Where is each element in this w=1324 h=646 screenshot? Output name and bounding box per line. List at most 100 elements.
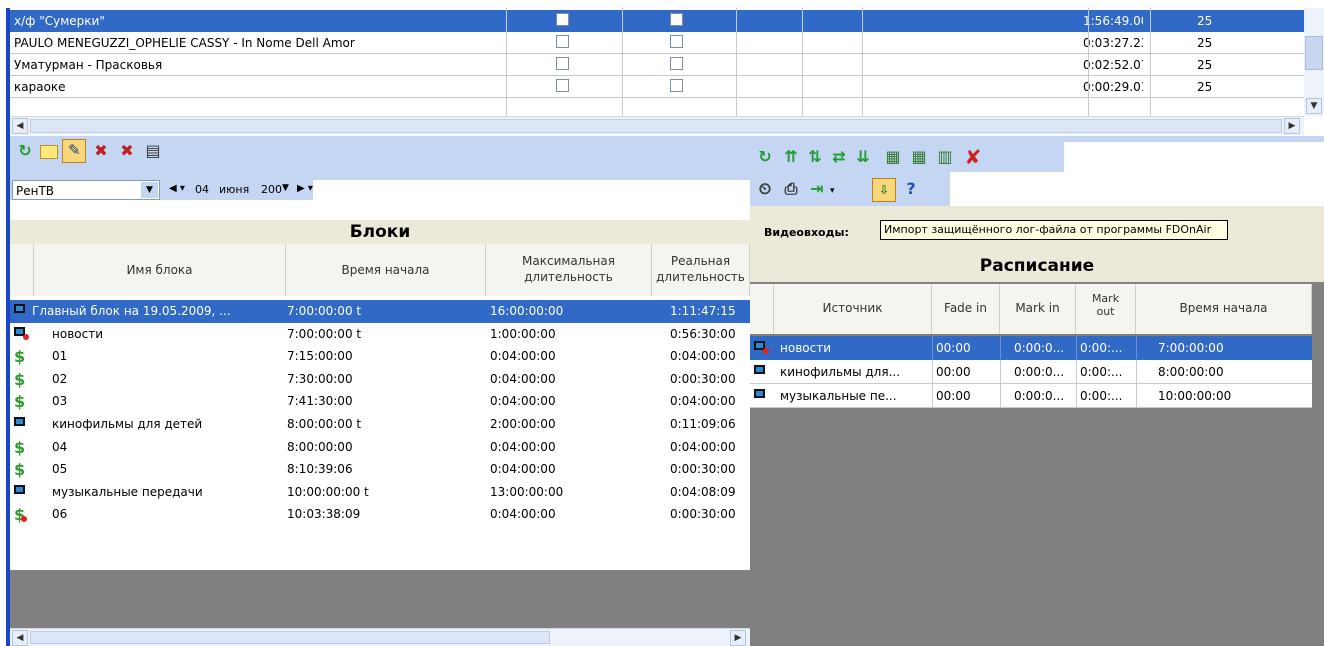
column-header[interactable]: Mark in <box>1000 284 1076 334</box>
table-row[interactable]: $02 7:30:00:00 0:04:00:00 0:00:30:00 <box>10 368 750 391</box>
date-year[interactable]: 200 <box>261 183 282 196</box>
table-row[interactable]: музыкальные передачи 10:00:00:00 t 13:00:0… <box>10 481 750 504</box>
clock-icon[interactable]: ⏲ <box>754 178 776 200</box>
edit-block-icon[interactable]: ✎ <box>62 139 86 163</box>
date-month[interactable]: июня <box>219 183 249 196</box>
clip-fps: 25 <box>1197 58 1213 72</box>
table-row[interactable]: х/ф "Сумерки" 1:56:49.00 25 <box>10 10 1304 32</box>
column-header[interactable]: Максимальная длительность <box>486 244 652 296</box>
column-header[interactable]: Реальная длительность <box>652 244 750 296</box>
column-header[interactable]: Fade in <box>932 284 1000 334</box>
list-icon[interactable]: ▤ <box>142 140 164 162</box>
checkbox[interactable] <box>670 35 683 48</box>
blocks-empty-area <box>10 570 750 628</box>
move-up-icon[interactable]: ⇅ <box>804 146 826 168</box>
grid-move-icon[interactable]: ▦ <box>908 146 930 168</box>
column-header[interactable]: Имя блока <box>34 244 286 296</box>
schedule-toolbar-row1: ↻ ⇈ ⇅ ⇄ ⇊ ▦ ▦ ▥ ✘ <box>750 142 1064 172</box>
scroll-left-icon[interactable]: ◀ <box>12 630 28 646</box>
column-header[interactable] <box>10 244 34 296</box>
delete-block-icon[interactable]: ✖ <box>90 140 112 162</box>
delete-all-icon[interactable]: ✖ <box>116 140 138 162</box>
chevron-down-icon[interactable]: ▼ <box>141 182 158 198</box>
prev-day-icon[interactable]: ◀ ▾ <box>169 183 185 194</box>
table-row[interactable]: новости 00:00 0:00:0... 0:00:... 7:00:00:00 <box>750 336 1312 360</box>
table-row[interactable]: кинофильмы для детей 8:00:00:00 t 2:00:00:… <box>10 413 750 436</box>
channel-select[interactable]: РенТВ ▼ <box>12 180 160 200</box>
dollar-error-icon: $ <box>14 505 27 525</box>
clip-table[interactable]: х/ф "Сумерки" 1:56:49.00 25 PAULO MENEGUZZI… <box>10 8 1304 116</box>
import-log-icon[interactable]: ⇩ <box>872 178 896 202</box>
dollar-icon: $ <box>14 437 26 457</box>
help-icon[interactable]: ? <box>900 178 922 200</box>
hscroll-thumb[interactable] <box>30 119 1282 133</box>
date-day[interactable]: 04 <box>195 183 209 196</box>
swap-icon[interactable]: ⇄ <box>828 146 850 168</box>
print-icon[interactable]: ⎙ <box>780 178 802 200</box>
table-row[interactable]: караоке 0:00:29.01 25 <box>10 76 1304 98</box>
move-bottom-icon[interactable]: ⇊ <box>852 146 874 168</box>
date-picker[interactable]: ◀ ▾ 04 июня 200 ▼ ▶ ▾ <box>163 180 313 200</box>
export-icon[interactable]: ⇥ <box>806 178 828 200</box>
dollar-icon: $ <box>14 347 26 367</box>
table-row[interactable]: Уматурман - Прасковья 0:02:52.07 25 <box>10 54 1304 76</box>
blocks-table[interactable]: Имя блока Время начала Максимальная длител… <box>10 244 750 570</box>
checkbox[interactable] <box>556 13 569 26</box>
scroll-right-icon[interactable]: ▶ <box>730 630 746 646</box>
table-row[interactable]: $04 8:00:00:00 0:04:00:00 0:04:00:00 <box>10 436 750 459</box>
checkbox[interactable] <box>556 79 569 92</box>
column-header[interactable] <box>750 284 774 334</box>
grid-icon[interactable]: ▦ <box>882 146 904 168</box>
blocks-hscrollbar[interactable]: ◀ ▶ <box>10 628 750 646</box>
clip-name: х/ф "Сумерки" <box>14 14 105 28</box>
schedule-source: кинофильмы для... <box>780 365 901 379</box>
scroll-right-icon[interactable]: ▶ <box>1284 118 1300 134</box>
monitor-error-icon <box>14 326 29 340</box>
table-row[interactable]: $01 7:15:00:00 0:04:00:00 0:04:00:00 <box>10 345 750 368</box>
year-chevron-icon[interactable]: ▼ <box>282 183 289 193</box>
export-chevron-icon[interactable]: ▾ <box>830 186 835 196</box>
table-row[interactable]: музыкальные пе... 00:00 0:00:0... 0:00:... 1… <box>750 384 1312 408</box>
next-day-icon[interactable]: ▶ ▾ <box>297 183 313 194</box>
column-header[interactable]: Время начала <box>1136 284 1312 334</box>
vscroll-thumb[interactable] <box>1305 36 1323 70</box>
delete-icon[interactable]: ✘ <box>962 146 984 168</box>
table-row[interactable]: Главный блок на 19.05.2009, ... 7:00:00:0… <box>10 300 750 323</box>
scroll-left-icon[interactable]: ◀ <box>12 118 28 134</box>
table-row[interactable]: новости 7:00:00:00 t 1:00:00:00 0:56:30:00 <box>10 323 750 346</box>
block-name: 04 <box>52 439 68 454</box>
table-row[interactable]: PAULO MENEGUZZI_OPHELIE CASSY - In Nome … <box>10 32 1304 54</box>
scroll-down-icon[interactable]: ▼ <box>1306 98 1322 114</box>
column-header[interactable]: Время начала <box>286 244 486 296</box>
schedule-mark-out: 0:00:... <box>1080 365 1123 379</box>
new-block-icon[interactable] <box>40 145 58 159</box>
monitor-icon <box>754 389 765 398</box>
column-header[interactable]: Источник <box>774 284 932 334</box>
move-top-icon[interactable]: ⇈ <box>780 146 802 168</box>
block-name: 06 <box>52 507 68 522</box>
table-row[interactable]: кинофильмы для... 00:00 0:00:0... 0:00:... 8… <box>750 360 1312 384</box>
hscroll-thumb[interactable] <box>30 631 550 644</box>
refresh-icon[interactable]: ↻ <box>14 140 36 162</box>
clip-table-vscrollbar[interactable]: ▼ <box>1304 8 1324 116</box>
refresh-icon[interactable]: ↻ <box>754 146 776 168</box>
grid-align-icon[interactable]: ▥ <box>934 146 956 168</box>
column-header[interactable]: Mark out <box>1076 284 1136 334</box>
block-start: 8:10:39:06 <box>287 462 353 477</box>
monitor-icon <box>14 484 25 494</box>
table-row[interactable]: $03 7:41:30:00 0:04:00:00 0:04:00:00 <box>10 390 750 413</box>
clip-table-hscrollbar[interactable]: ◀ ▶ <box>10 116 1304 135</box>
block-max-duration: 0:04:00:00 <box>490 439 556 454</box>
schedule-start: 8:00:00:00 <box>1158 365 1224 379</box>
schedule-table[interactable]: Источник Fade in Mark in Mark out Время нача… <box>750 284 1312 414</box>
checkbox[interactable] <box>670 79 683 92</box>
column-header-label: Mark out <box>1091 292 1120 318</box>
table-row[interactable]: $06 10:03:38:09 0:04:00:00 0:00:30:00 <box>10 503 750 526</box>
checkbox[interactable] <box>670 57 683 70</box>
checkbox[interactable] <box>670 13 683 26</box>
channel-value: РенТВ <box>16 184 55 198</box>
checkbox[interactable] <box>556 57 569 70</box>
checkbox[interactable] <box>556 35 569 48</box>
block-name: кинофильмы для детей <box>52 417 203 431</box>
table-row[interactable]: $05 8:10:39:06 0:04:00:00 0:00:30:00 <box>10 458 750 481</box>
